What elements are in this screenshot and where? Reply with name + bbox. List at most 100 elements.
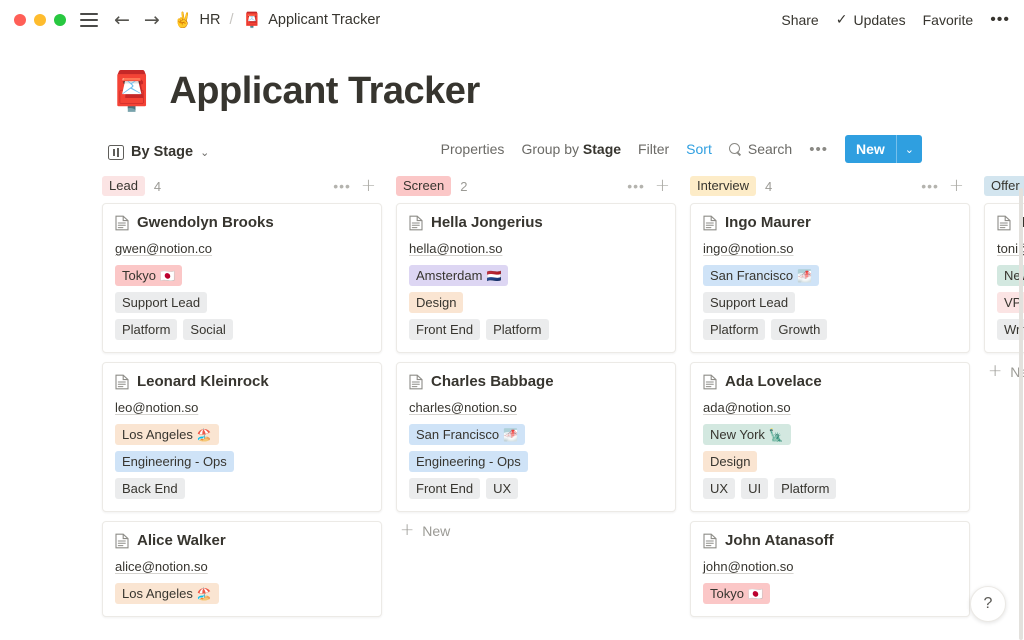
card-tag[interactable]: Amsterdam🇳🇱 — [409, 265, 508, 286]
applicant-email[interactable]: hella@notion.so — [409, 241, 502, 256]
card-tag-label: UI — [748, 480, 761, 497]
column-header: Interview 4 ••• + — [690, 169, 970, 203]
card-tag[interactable]: Design — [409, 292, 463, 313]
plus-icon: + — [988, 363, 1002, 380]
applicant-card[interactable]: Hella Jongeriushella@notion.soAmsterdam🇳… — [396, 203, 676, 353]
forward-arrow-icon[interactable]: → — [144, 11, 160, 30]
toolbar-more-icon[interactable]: ••• — [809, 142, 828, 157]
card-tag[interactable]: Tokyo🇯🇵 — [703, 583, 770, 604]
card-tag[interactable]: Front End — [409, 319, 480, 340]
card-tag[interactable]: Los Angeles🏖️ — [115, 583, 219, 604]
favorite-button[interactable]: Favorite — [923, 12, 974, 28]
add-new-card-button[interactable]: +New — [396, 512, 676, 549]
board-column-interview: Interview 4 ••• + Ingo Maurer ingo@notion.so S… — [690, 169, 984, 617]
column-more-icon[interactable]: ••• — [627, 179, 645, 193]
card-tag[interactable]: Platform — [703, 319, 765, 340]
properties-button[interactable]: Properties — [441, 141, 505, 157]
column-stage-badge[interactable]: Interview — [690, 176, 756, 196]
zoom-window-button[interactable] — [54, 14, 66, 26]
card-tag[interactable]: UI — [741, 478, 768, 499]
card-tag[interactable]: UX — [703, 478, 735, 499]
column-card-count: 4 — [154, 179, 161, 194]
kanban-board: Lead 4 ••• + Gwendolyn Brooks gwen@notion.co T… — [0, 169, 1024, 617]
breadcrumb-current[interactable]: 📮 Applicant Tracker — [243, 12, 381, 28]
applicant-card[interactable]: John Atanasoffjohn@notion.soTokyo🇯🇵 — [690, 521, 970, 617]
column-add-card-icon[interactable]: + — [655, 177, 670, 195]
page-postbox-icon[interactable]: 📮 — [108, 73, 155, 111]
applicant-email[interactable]: ingo@notion.so — [703, 241, 794, 256]
applicant-card[interactable]: Ada Lovelace ada@notion.so New York🗽 Design… — [690, 362, 970, 512]
card-tag[interactable]: UX — [486, 478, 518, 499]
column-stage-badge[interactable]: Screen — [396, 176, 451, 196]
card-tag[interactable]: Support Lead — [703, 292, 795, 313]
column-add-card-icon[interactable]: + — [361, 177, 376, 195]
applicant-card[interactable]: Charles Babbagecharles@notion.soSan Fran… — [396, 362, 676, 512]
card-tag[interactable]: Growth — [771, 319, 827, 340]
help-button[interactable]: ? — [970, 586, 1006, 622]
card-tag[interactable]: New York🗽 — [703, 424, 791, 445]
share-button[interactable]: Share — [781, 12, 818, 28]
sidebar-toggle-icon[interactable] — [80, 13, 98, 27]
card-tag[interactable]: Platform — [774, 478, 836, 499]
applicant-card[interactable]: Gwendolyn Brooks gwen@notion.co Tokyo🇯🇵 Sup… — [102, 203, 382, 353]
applicant-email[interactable]: alice@notion.so — [115, 559, 208, 574]
card-tag[interactable]: Engineering - Ops — [409, 451, 528, 472]
card-tag-emoji-icon: 🏖️ — [197, 429, 212, 441]
applicant-email[interactable]: gwen@notion.co — [115, 241, 212, 256]
card-tag-row: Tokyo🇯🇵 — [115, 265, 369, 286]
view-tab-by-stage[interactable]: By Stage ⌄ — [108, 144, 209, 160]
new-button-chevron-down-icon[interactable]: ⌄ — [897, 135, 922, 163]
card-tag[interactable]: San Francisco🌁 — [409, 424, 525, 445]
card-tag[interactable]: Social — [183, 319, 232, 340]
column-actions: ••• + — [333, 177, 376, 195]
page-title[interactable]: Applicant Tracker — [169, 70, 479, 113]
applicant-email[interactable]: ada@notion.so — [703, 400, 791, 415]
applicant-card[interactable]: Leonard Kleinrockleo@notion.soLos Angele… — [102, 362, 382, 512]
applicant-email[interactable]: leo@notion.so — [115, 400, 198, 415]
updates-button[interactable]: ✓ Updates — [836, 12, 906, 28]
card-tag[interactable]: Platform — [486, 319, 548, 340]
applicant-name: Ingo Maurer — [725, 214, 811, 231]
applicant-email[interactable]: john@notion.so — [703, 559, 794, 574]
column-stage-badge[interactable]: Offer — [984, 176, 1024, 196]
applicant-email[interactable]: charles@notion.so — [409, 400, 517, 415]
applicant-card[interactable]: Toni Morrisontoni@notion.soNew York🗽VP o… — [984, 203, 1024, 353]
group-by-prefix: Group by — [521, 141, 582, 157]
column-more-icon[interactable]: ••• — [333, 179, 351, 193]
card-tag[interactable]: San Francisco🌁 — [703, 265, 819, 286]
applicant-card[interactable]: Ingo Maurer ingo@notion.so San Francisco🌁 S… — [690, 203, 970, 353]
peace-hand-icon: ✌️ — [174, 13, 193, 28]
card-tag[interactable]: Engineering - Ops — [115, 451, 234, 472]
search-button[interactable]: Search — [729, 141, 792, 157]
applicant-card[interactable]: Alice Walkeralice@notion.soLos Angeles🏖️ — [102, 521, 382, 617]
card-tag[interactable]: Los Angeles🏖️ — [115, 424, 219, 445]
column-add-card-icon[interactable]: + — [949, 177, 964, 195]
new-record-button[interactable]: New ⌄ — [845, 135, 922, 163]
card-tag[interactable]: Back End — [115, 478, 185, 499]
vertical-scrollbar[interactable] — [1019, 188, 1023, 640]
more-options-icon[interactable]: ••• — [990, 12, 1010, 28]
breadcrumb-parent[interactable]: ✌️ HR — [174, 12, 221, 28]
card-tag-row: Design — [409, 292, 663, 313]
column-header: Offer•••+ — [984, 169, 1024, 203]
add-new-card-button[interactable]: +New — [984, 353, 1024, 390]
group-by-button[interactable]: Group by Stage — [521, 141, 621, 157]
card-tag[interactable]: Platform — [115, 319, 177, 340]
column-more-icon[interactable]: ••• — [921, 179, 939, 193]
document-icon — [703, 215, 717, 231]
card-tag[interactable]: Support Lead — [115, 292, 207, 313]
sort-button[interactable]: Sort — [686, 141, 712, 157]
minimize-window-button[interactable] — [34, 14, 46, 26]
card-tag-label: Growth — [778, 321, 820, 338]
card-title-row: Gwendolyn Brooks — [115, 214, 369, 231]
card-tag[interactable]: Design — [703, 451, 757, 472]
card-tag[interactable]: Tokyo🇯🇵 — [115, 265, 182, 286]
document-icon — [409, 215, 423, 231]
column-stage-badge[interactable]: Lead — [102, 176, 145, 196]
back-arrow-icon[interactable]: ← — [114, 11, 130, 30]
card-tag[interactable]: Front End — [409, 478, 480, 499]
applicant-name: Ada Lovelace — [725, 373, 822, 390]
close-window-button[interactable] — [14, 14, 26, 26]
column-card-count: 4 — [765, 179, 772, 194]
filter-button[interactable]: Filter — [638, 141, 669, 157]
